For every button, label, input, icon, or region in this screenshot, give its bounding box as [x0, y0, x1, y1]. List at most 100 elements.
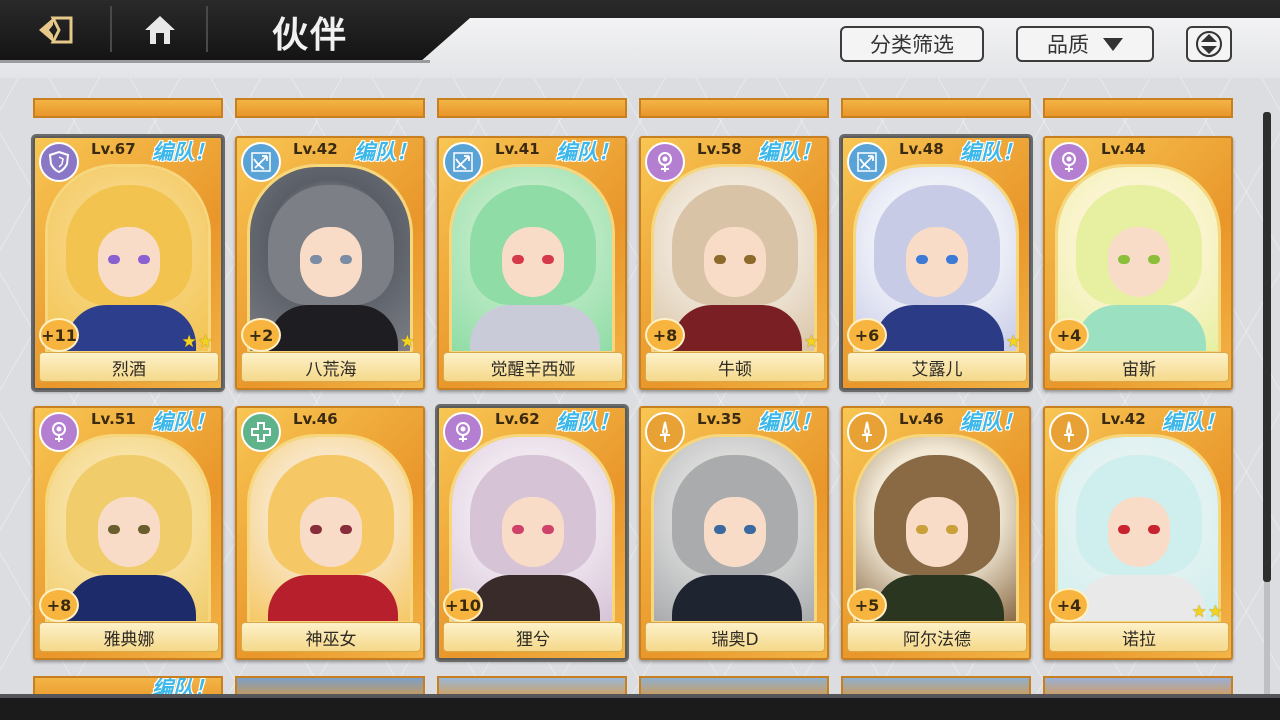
- partner-card-partial[interactable]: [235, 98, 425, 118]
- partner-card[interactable]: Lv.42 编队！ +4 ★ ★ 诺拉: [1043, 406, 1233, 660]
- level-label: Lv.46: [293, 410, 338, 428]
- plus-badge: +8: [645, 318, 685, 352]
- sword-icon: [1049, 412, 1089, 452]
- quality-label: 品质: [1047, 33, 1089, 57]
- partner-card-partial[interactable]: 编队！: [33, 676, 223, 694]
- shield-icon: [39, 142, 79, 182]
- partner-card[interactable]: Lv.46 编队！ +5 阿尔法德: [841, 406, 1031, 660]
- staff-icon: [645, 142, 685, 182]
- bottom-bar: [0, 694, 1280, 720]
- level-label: Lv.51: [91, 410, 136, 428]
- character-name: 阿尔法德: [847, 622, 1027, 652]
- star-rating: ★ ★: [1192, 602, 1224, 622]
- filter-label: 分类筛选: [870, 33, 954, 57]
- character-name: 诺拉: [1049, 622, 1229, 652]
- partner-card[interactable]: Lv.51 编队！ +8 雅典娜: [33, 406, 223, 660]
- character-name: 雅典娜: [39, 622, 219, 652]
- plus-badge: +5: [847, 588, 887, 622]
- category-filter-button[interactable]: 分类筛选: [840, 26, 984, 62]
- character-name: 神巫女: [241, 622, 421, 652]
- partner-card-partial[interactable]: [841, 98, 1031, 118]
- sword-icon: [645, 412, 685, 452]
- star-rating: ★ ★: [182, 332, 214, 352]
- plus-badge: +10: [443, 588, 483, 622]
- partner-card[interactable]: Lv.58 编队！ +8 ★ 牛顿: [639, 136, 829, 390]
- plus-badge: +4: [1049, 588, 1089, 622]
- partner-card[interactable]: Lv.62 编队！ +10 狸兮: [437, 406, 627, 660]
- sort-order-button[interactable]: [1186, 26, 1232, 62]
- team-badge: 编队！: [960, 410, 1023, 434]
- level-label: Lv.48: [899, 140, 944, 158]
- plus-badge: +2: [241, 318, 281, 352]
- page-title: 伙伴: [272, 14, 349, 56]
- divider: [206, 6, 208, 52]
- plus-badge: +11: [39, 318, 79, 352]
- level-label: Lv.42: [1101, 410, 1146, 428]
- character-name: 觉醒辛西娅: [443, 352, 623, 382]
- partner-card-partial[interactable]: [33, 98, 223, 118]
- character-name: 狸兮: [443, 622, 623, 652]
- character-name: 牛顿: [645, 352, 825, 382]
- partner-card-partial[interactable]: [639, 676, 829, 694]
- portrait-image: [247, 434, 413, 624]
- team-badge: 编队！: [758, 140, 821, 164]
- top-bar: 伙伴 分类筛选 品质: [0, 0, 1280, 78]
- team-badge: 编队！: [960, 140, 1023, 164]
- star-icon: ★: [1005, 332, 1021, 352]
- level-label: Lv.35: [697, 410, 742, 428]
- star-rating: ★: [1006, 332, 1021, 352]
- team-badge: 编队！: [556, 410, 619, 434]
- partner-card-partial[interactable]: [639, 98, 829, 118]
- level-label: Lv.44: [1101, 140, 1146, 158]
- plus-badge: +6: [847, 318, 887, 352]
- partner-card-partial[interactable]: [1043, 676, 1233, 694]
- star-icon: ★: [399, 332, 415, 352]
- level-label: Lv.67: [91, 140, 136, 158]
- quality-dropdown[interactable]: 品质: [1016, 26, 1154, 62]
- level-label: Lv.42: [293, 140, 338, 158]
- team-badge: 编队！: [1162, 410, 1225, 434]
- partner-card[interactable]: Lv.42 编队！ +2 ★ 八荒海: [235, 136, 425, 390]
- level-label: Lv.58: [697, 140, 742, 158]
- team-badge: 编队！: [354, 140, 417, 164]
- partner-card-partial[interactable]: [1043, 98, 1233, 118]
- team-badge: 编队！: [152, 410, 215, 434]
- staff-icon: [443, 412, 483, 452]
- character-name: 宙斯: [1049, 352, 1229, 382]
- partner-card[interactable]: Lv.48 编队！ +6 ★ 艾露儿: [841, 136, 1031, 390]
- partner-card-partial[interactable]: [437, 98, 627, 118]
- team-badge: 编队！: [758, 410, 821, 434]
- partner-card-partial[interactable]: [437, 676, 627, 694]
- star-rating: ★: [804, 332, 819, 352]
- staff-icon: [1049, 142, 1089, 182]
- home-icon: [145, 16, 175, 44]
- star-icon: ★: [1191, 602, 1207, 622]
- partner-card[interactable]: Lv.44 +4 宙斯: [1043, 136, 1233, 390]
- partner-card[interactable]: Lv.35 编队！ 瑞奥D: [639, 406, 829, 660]
- team-badge: 编队！: [152, 140, 215, 164]
- chevron-down-icon: [1103, 37, 1123, 51]
- team-badge: 编队！: [556, 140, 619, 164]
- bow-icon: [847, 142, 887, 182]
- divider: [110, 6, 112, 52]
- star-icon: ★: [181, 332, 197, 352]
- partner-card-partial[interactable]: [841, 676, 1031, 694]
- partner-grid[interactable]: Lv.67 编队！ +11 ★★ 烈酒 Lv.42 编队！ +2 ★ 八荒海: [0, 78, 1280, 694]
- partner-card[interactable]: Lv.41 编队！ 觉醒辛西娅: [437, 136, 627, 390]
- bow-icon: [241, 142, 281, 182]
- portrait-image: [449, 164, 615, 354]
- back-button[interactable]: [20, 8, 90, 52]
- sort-toggle-icon: [1196, 31, 1222, 57]
- partner-card-partial[interactable]: [235, 676, 425, 694]
- character-name: 艾露儿: [847, 352, 1027, 382]
- partner-card[interactable]: Lv.67 编队！ +11 ★ ★ 烈酒: [33, 136, 223, 390]
- scrollbar-thumb[interactable]: [1263, 112, 1271, 582]
- level-label: Lv.41: [495, 140, 540, 158]
- character-name: 烈酒: [39, 352, 219, 382]
- star-icon: ★: [1207, 602, 1223, 622]
- sword-icon: [847, 412, 887, 452]
- partner-card[interactable]: Lv.46 神巫女: [235, 406, 425, 660]
- staff-icon: [39, 412, 79, 452]
- home-button[interactable]: [124, 8, 196, 52]
- bow-icon: [443, 142, 483, 182]
